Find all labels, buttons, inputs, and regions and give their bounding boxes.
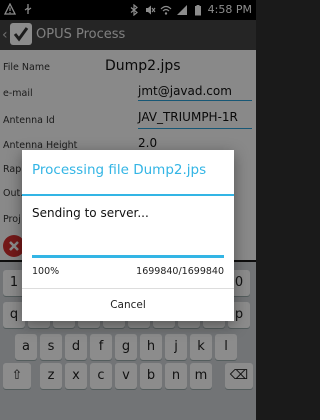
dialog-title-divider (22, 194, 234, 196)
dialog-title: Processing file Dump2.jps (32, 162, 207, 178)
dialog-message: Sending to server... (32, 206, 149, 220)
progress-count: 1699840/1699840 (136, 266, 224, 277)
cancel-button[interactable]: Cancel (22, 289, 234, 321)
upload-progress-bar (32, 255, 224, 258)
processing-dialog: Processing file Dump2.jps Sending to ser… (22, 150, 234, 321)
progress-percent: 100% (32, 266, 60, 277)
